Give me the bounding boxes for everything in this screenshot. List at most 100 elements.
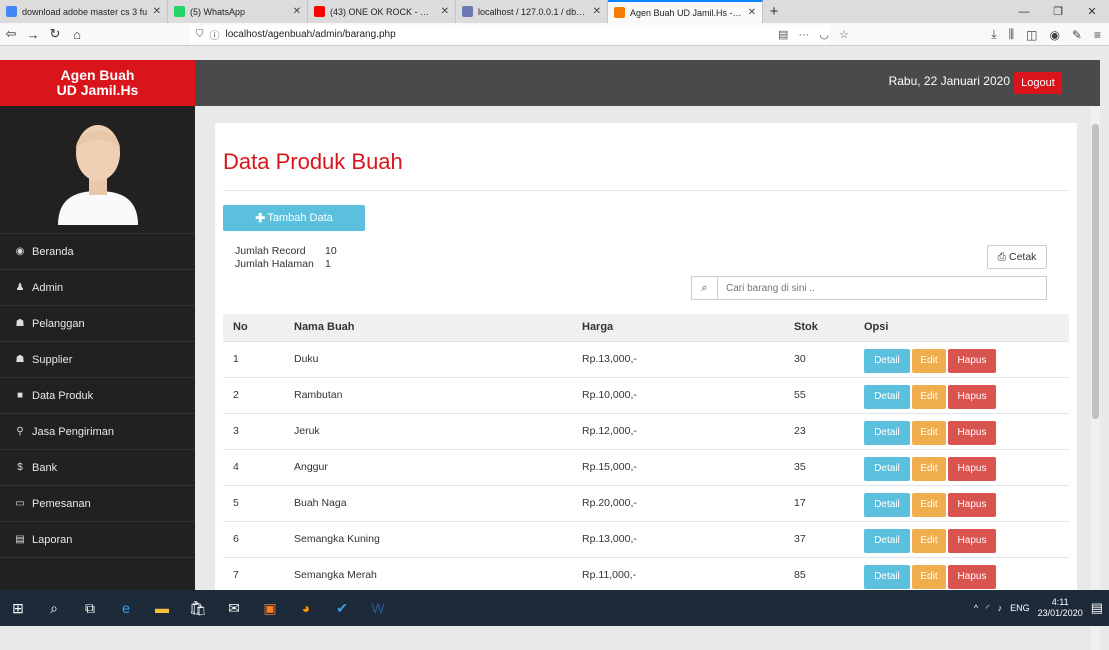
brand-line-2: UD Jamil.Hs [56,82,139,98]
tab-close-icon[interactable]: ✕ [441,6,449,17]
sidebar-item-bank[interactable]: $ Bank [0,450,195,486]
word-icon[interactable]: W [360,590,396,626]
brand-logo[interactable]: Agen Buah UD Jamil.Hs [0,60,195,106]
task-view-icon[interactable]: ⧉ [72,590,108,626]
firefox-icon[interactable]: ◕ [288,590,324,626]
store-icon[interactable]: 🛍 [180,590,216,626]
cell-no: 3 [223,412,284,449]
close-window-icon[interactable]: ✕ [1075,0,1109,23]
delete-button[interactable]: Hapus [948,528,996,553]
table-row: 6 Semangka Kuning Rp.13,000,- 37 Detail Edit H… [223,520,1069,557]
sidebar-item-data-produk[interactable]: ■ Data Produk [0,378,195,414]
browser-tab[interactable]: localhost / 127.0.0.1 / db_agen ✕ [456,0,608,23]
delete-button[interactable]: Hapus [948,564,996,589]
tab-favicon-icon [462,6,473,17]
users-icon: ☗ [15,354,25,365]
cell-nama: Semangka Kuning [284,520,572,557]
delete-button[interactable]: Hapus [948,456,996,481]
detail-button[interactable]: Detail [864,492,910,517]
minimize-icon[interactable]: — [1007,0,1041,23]
menu-icon[interactable]: ≡ [1094,28,1101,42]
windows-start-icon[interactable]: ⊞ [0,590,36,626]
print-label: Cetak [1008,251,1037,263]
sidebar-item-laporan[interactable]: ▤ Laporan [0,522,195,558]
library-icon[interactable]: ⫼ [1009,27,1015,42]
clock-time: 4:11 [1051,597,1069,607]
detail-button[interactable]: Detail [864,420,910,445]
search-input[interactable] [718,282,1038,294]
print-button[interactable]: ⎙ Cetak [987,245,1047,269]
edit-button[interactable]: Edit [912,456,946,481]
cell-stok: 23 [784,412,854,449]
tab-close-icon[interactable]: ✕ [748,7,756,18]
extension-icon[interactable]: ✎ [1072,28,1082,42]
sidebar-item-pemesanan[interactable]: ▭ Pemesanan [0,486,195,522]
browser-tab[interactable]: Agen Buah UD Jamil.Hs - Admin ✕ [608,0,763,23]
scrollbar-thumb[interactable] [1092,124,1099,419]
language-indicator[interactable]: ENG [1010,603,1030,613]
delete-button[interactable]: Hapus [948,492,996,517]
back-icon[interactable]: ⇦ [0,24,22,45]
vscode-icon[interactable]: ✔ [324,590,360,626]
logout-button[interactable]: Logout [1014,72,1062,94]
search-icon[interactable]: ⌕ [692,277,718,299]
search-taskbar-icon[interactable]: ⌕ [36,590,72,626]
file-explorer-icon[interactable]: ▬ [144,590,180,626]
browser-tab-bar: download adobe master cs 3 fu ✕ (5) WhatsA… [0,0,1109,23]
reload-icon[interactable]: ↻ [44,24,66,45]
detail-button[interactable]: Detail [864,564,910,589]
forward-icon[interactable]: → [22,24,44,45]
sidebar-item-admin[interactable]: ♟ Admin [0,270,195,306]
url-bar[interactable]: ⛉ ⓘ localhost/agenbuah/admin/barang.php [190,25,830,44]
pocket-icon[interactable]: ◡ [819,28,829,41]
xampp-icon[interactable]: ▣ [252,590,288,626]
new-tab-button[interactable]: + [763,0,785,23]
tab-close-icon[interactable]: ✕ [153,6,161,17]
sidebar-item-pelanggan[interactable]: ☗ Pelanggan [0,306,195,342]
edit-button[interactable]: Edit [912,348,946,373]
account-icon[interactable]: ◉ [1049,28,1059,42]
tray-chevron-icon[interactable]: ^ [974,603,978,613]
edit-button[interactable]: Edit [912,564,946,589]
edit-button[interactable]: Edit [912,492,946,517]
volume-icon[interactable]: ♪ [998,603,1003,613]
sidebar-item-beranda[interactable]: ◉ Beranda [0,234,195,270]
page-scrollbar[interactable] [1091,106,1100,650]
clock[interactable]: 4:11 23/01/2020 [1038,597,1083,619]
restore-icon[interactable]: ❐ [1041,0,1075,23]
delete-button[interactable]: Hapus [948,420,996,445]
reader-view-icon[interactable]: ▤ [778,28,788,41]
detail-button[interactable]: Detail [864,456,910,481]
delete-button[interactable]: Hapus [948,348,996,373]
add-data-button[interactable]: ✚ Tambah Data [223,205,365,231]
clock-date: 23/01/2020 [1037,608,1083,618]
network-icon[interactable]: ◜ [986,603,990,614]
edit-button[interactable]: Edit [912,528,946,553]
browser-tab[interactable]: (5) WhatsApp ✕ [168,0,308,23]
edit-button[interactable]: Edit [912,420,946,445]
page-actions-icon[interactable]: ··· [798,29,809,41]
browser-tab[interactable]: (43) ONE OK ROCK - Where ✕ [308,0,456,23]
bookmark-star-icon[interactable]: ☆ [839,28,849,41]
edit-button[interactable]: Edit [912,384,946,409]
delete-button[interactable]: Hapus [948,384,996,409]
tab-close-icon[interactable]: ✕ [293,6,301,17]
sidebar-icon[interactable]: ◫ [1026,28,1037,42]
cell-no: 2 [223,376,284,413]
sidebar-item-jasa-pengiriman[interactable]: ⚲ Jasa Pengiriman [0,414,195,450]
edge-icon[interactable]: e [108,590,144,626]
home-icon[interactable]: ⌂ [66,24,88,45]
download-icon[interactable]: ⤓ [991,27,996,42]
notifications-icon[interactable]: ▤ [1091,600,1103,616]
sidebar-item-label: Pelanggan [32,317,85,330]
folder-icon: ■ [16,390,24,401]
cell-opsi: Detail Edit Hapus [854,520,1069,557]
detail-button[interactable]: Detail [864,348,910,373]
tab-close-icon[interactable]: ✕ [593,6,601,17]
sidebar-item-supplier[interactable]: ☗ Supplier [0,342,195,378]
detail-button[interactable]: Detail [864,384,910,409]
mail-icon[interactable]: ✉ [216,590,252,626]
detail-button[interactable]: Detail [864,528,910,553]
cell-no: 6 [223,520,284,557]
browser-tab[interactable]: download adobe master cs 3 fu ✕ [0,0,168,23]
